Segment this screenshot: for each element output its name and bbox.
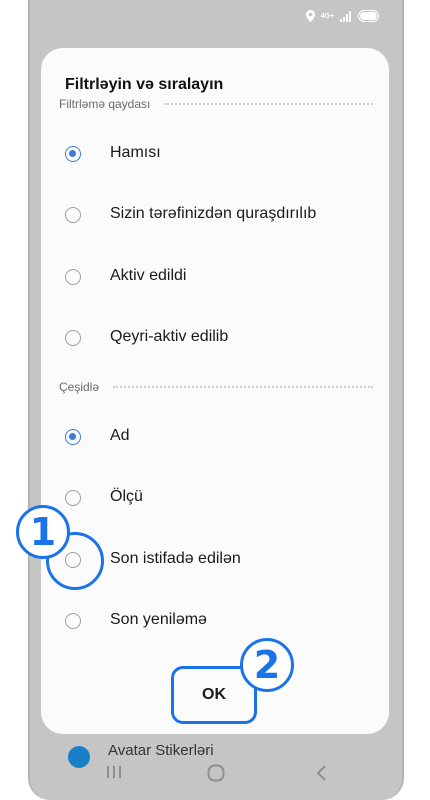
option-label: Qeyri-aktiv edilib	[110, 328, 229, 345]
sort-option-last-updated[interactable]: Son yeniləmə	[41, 597, 389, 649]
step-1-number: 1	[29, 510, 57, 554]
network-type-label: 4G+	[320, 12, 334, 20]
radio-button[interactable]	[65, 613, 81, 629]
option-label: Aktiv edildi	[110, 267, 187, 284]
step-2-number: 2	[253, 643, 281, 687]
section-divider	[113, 386, 373, 388]
option-label: Sizin tərəfinizdən quraşdırılıb	[110, 205, 317, 222]
navigation-bar	[30, 750, 402, 800]
radio-button[interactable]	[65, 330, 81, 346]
battery-icon	[358, 10, 380, 22]
status-bar: 4G+	[30, 0, 402, 38]
option-label: Hamısı	[110, 144, 161, 161]
step-1-callout: 1	[16, 505, 70, 559]
option-label: Ölçü	[110, 488, 143, 505]
status-icons: 4G+	[305, 10, 380, 22]
filter-option-disabled[interactable]: Qeyri-aktiv edilib	[41, 314, 389, 366]
filter-section-label: Filtrləmə qaydası	[59, 97, 151, 111]
radio-button[interactable]	[65, 269, 81, 285]
back-icon[interactable]	[315, 764, 329, 787]
sort-option-name[interactable]: Ad	[41, 413, 389, 465]
home-icon[interactable]	[207, 764, 225, 787]
option-label: Son istifadə edilən	[110, 550, 241, 567]
recent-apps-icon[interactable]	[105, 764, 123, 785]
filter-option-enabled[interactable]: Aktiv edildi	[41, 253, 389, 305]
location-icon	[305, 10, 315, 22]
sort-section-header: Çeşidlə	[59, 379, 373, 395]
dialog-title: Filtrləyin və sıralayın	[65, 76, 224, 93]
filter-section-header: Filtrləmə qaydası	[59, 96, 373, 112]
signal-icon	[340, 10, 352, 22]
filter-option-all[interactable]: Hamısı	[41, 130, 389, 182]
filter-option-installed-by-you[interactable]: Sizin tərəfinizdən quraşdırılıb	[41, 191, 389, 243]
option-label: Ad	[110, 427, 130, 444]
radio-button[interactable]	[65, 146, 81, 162]
radio-button[interactable]	[65, 490, 81, 506]
radio-button[interactable]	[65, 429, 81, 445]
filter-sort-dialog: Filtrləyin və sıralayın Filtrləmə qaydas…	[41, 48, 389, 734]
section-divider	[164, 103, 373, 105]
step-2-callout: 2	[240, 638, 294, 692]
option-label: Son yeniləmə	[110, 611, 207, 628]
sort-section-label: Çeşidlə	[59, 380, 100, 394]
sort-option-size[interactable]: Ölçü	[41, 474, 389, 526]
radio-button[interactable]	[65, 207, 81, 223]
ok-button-label: OK	[202, 686, 226, 703]
